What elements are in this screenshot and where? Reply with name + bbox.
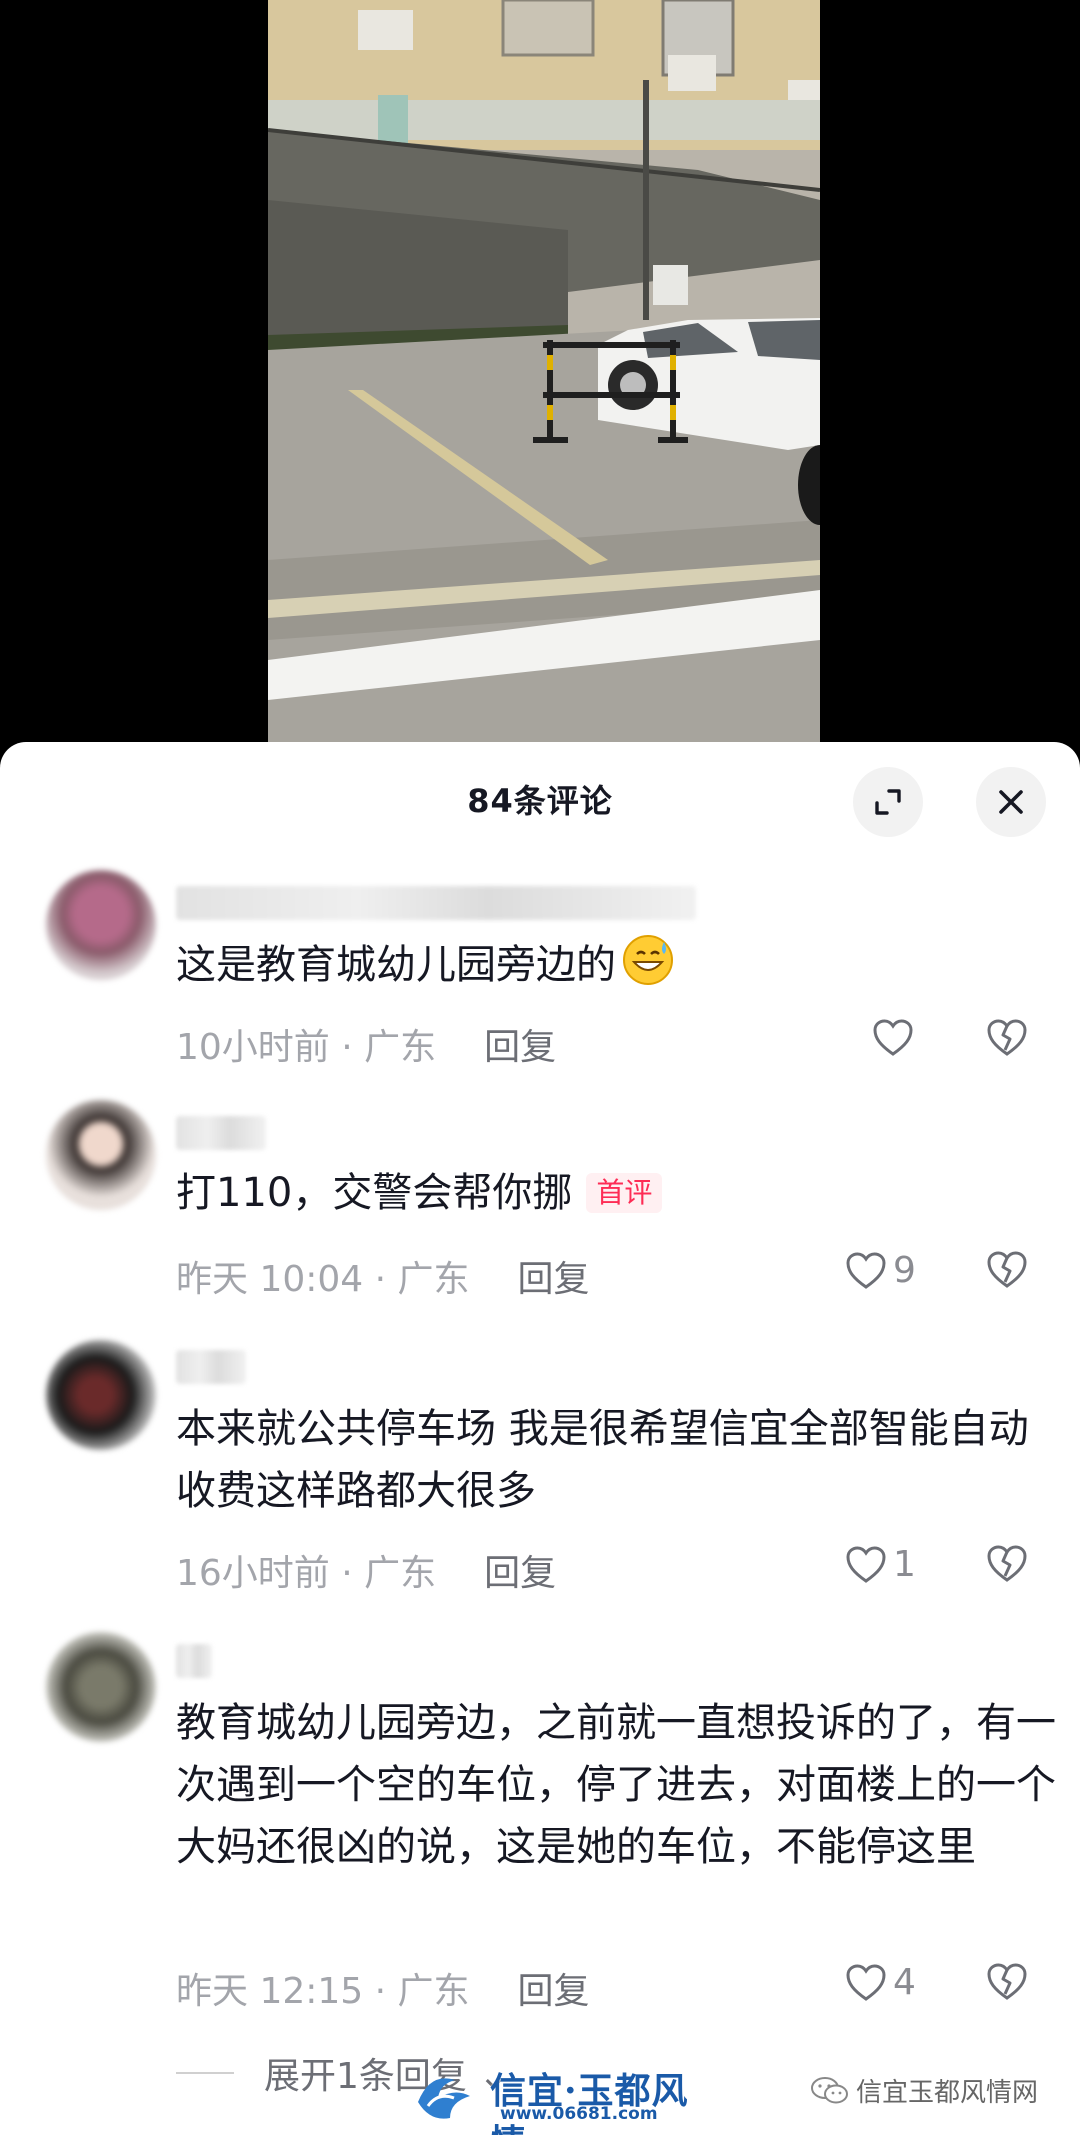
comment-text: 本来就公共停车场 我是很希望信宜全部智能自动收费这样路都大很多 <box>176 1398 1036 1522</box>
grin-sweat-emoji <box>620 932 676 1006</box>
like-count: 9 <box>893 1250 916 1291</box>
username[interactable] <box>176 1644 212 1678</box>
comment-text: 打110，交警会帮你挪 首评 <box>176 1162 1056 1224</box>
video-frame <box>268 0 820 745</box>
reply-button[interactable]: 回复 <box>518 1971 590 2012</box>
like-button[interactable]: 1 <box>845 1544 916 1585</box>
dislike-button[interactable] <box>986 1250 1028 1294</box>
close-icon <box>999 790 1023 814</box>
watermark-site-url: www.06681.com <box>500 2104 658 2124</box>
reply-button[interactable]: 回复 <box>518 1259 590 1300</box>
account-watermark: 信宜玉都风情网 <box>810 2072 1038 2109</box>
comment-text-content: 本来就公共停车场 我是很希望信宜全部智能自动收费这样路都大很多 <box>176 1406 1029 1514</box>
like-button[interactable] <box>872 1018 914 1058</box>
comment-text: 教育城幼儿园旁边，之前就一直想投诉的了，有一次遇到一个空的车位，停了进去，对面楼… <box>176 1692 1056 1878</box>
comment-time: 16小时前 · 广东 <box>176 1553 437 1594</box>
heart-icon <box>846 1963 886 2001</box>
like-button[interactable]: 4 <box>845 1962 916 2003</box>
comment-time: 昨天 12:15 · 广东 <box>176 1971 470 2012</box>
wechat-icon <box>811 2076 848 2103</box>
expand-button[interactable] <box>853 767 923 837</box>
dislike-button[interactable] <box>986 1018 1028 1062</box>
comment-text-content: 教育城幼儿园旁边，之前就一直想投诉的了，有一次遇到一个空的车位，停了进去，对面楼… <box>176 1700 1056 1870</box>
avatar[interactable] <box>46 870 156 980</box>
first-comment-badge: 首评 <box>586 1173 663 1213</box>
like-count: 1 <box>893 1544 916 1585</box>
avatar[interactable] <box>46 1632 156 1742</box>
comment-meta: 10小时前 · 广东 回复 <box>176 1018 556 1070</box>
dislike-button[interactable] <box>986 1962 1028 2006</box>
username[interactable] <box>176 1116 266 1150</box>
dislike-heart-icon <box>987 1545 1027 1582</box>
reply-button[interactable]: 回复 <box>484 1027 556 1068</box>
comment-text-content: 这是教育城幼儿园旁边的 <box>176 942 616 988</box>
comment-meta: 昨天 12:15 · 广东 回复 <box>176 1962 590 2014</box>
username[interactable] <box>176 1350 246 1384</box>
avatar[interactable] <box>46 1340 156 1450</box>
like-count: 4 <box>893 1962 916 2003</box>
comment-time: 10小时前 · 广东 <box>176 1027 437 1068</box>
like-button[interactable]: 9 <box>845 1250 916 1291</box>
site-watermark: 信宜·玉都风情 www.06681.com <box>410 2062 700 2135</box>
comment-time: 昨天 10:04 · 广东 <box>176 1259 470 1300</box>
comments-sheet: 84条评论 这是教育城幼儿园旁边的 10小时前 · 广东 回复 打110，交警会… <box>0 742 1080 2135</box>
comment-text-content: 打110，交警会帮你挪 <box>176 1170 573 1216</box>
comment-meta: 16小时前 · 广东 回复 <box>176 1544 556 1596</box>
dislike-heart-icon <box>987 1019 1027 1056</box>
heart-icon <box>846 1545 886 1583</box>
heart-icon <box>873 1019 913 1056</box>
watermark-site-name: 信宜·玉都风情 <box>490 2070 689 2135</box>
avatar[interactable] <box>46 1100 156 1210</box>
wave-logo-icon <box>418 2078 470 2119</box>
heart-icon <box>846 1251 886 1289</box>
close-button[interactable] <box>976 767 1046 837</box>
comment-meta: 昨天 10:04 · 广东 回复 <box>176 1250 590 1302</box>
watermark-account-name: 信宜玉都风情网 <box>856 2078 1039 2108</box>
expand-icon <box>875 789 901 815</box>
video-player[interactable] <box>268 0 820 745</box>
dislike-heart-icon <box>987 1251 1027 1288</box>
expand-divider <box>176 2072 234 2074</box>
dislike-heart-icon <box>987 1963 1027 2000</box>
reply-button[interactable]: 回复 <box>484 1553 556 1594</box>
dislike-button[interactable] <box>986 1544 1028 1588</box>
username[interactable] <box>176 886 696 920</box>
comment-text: 这是教育城幼儿园旁边的 <box>176 932 1056 1006</box>
